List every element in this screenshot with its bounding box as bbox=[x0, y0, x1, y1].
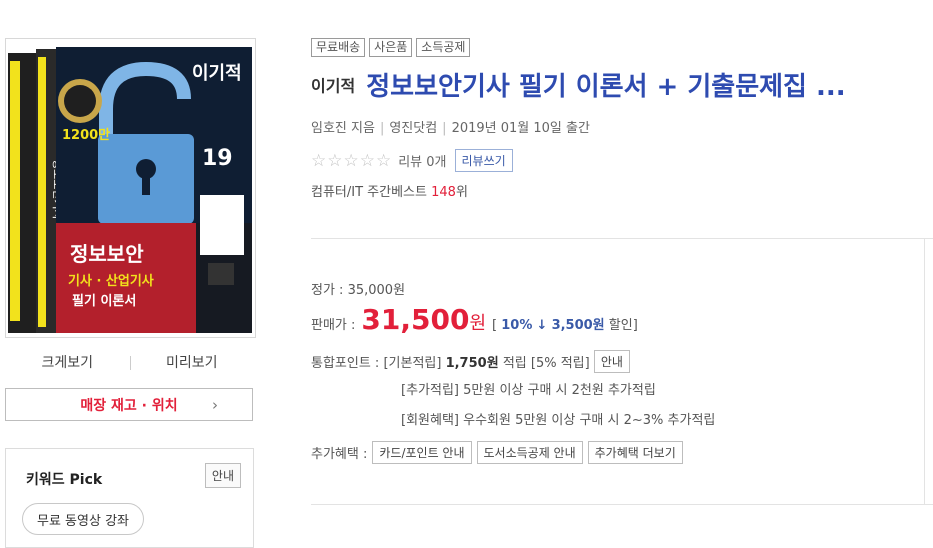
benefits-label: 추가혜택 : bbox=[311, 447, 368, 462]
product-tags: 무료배송 사은품 소득공제 bbox=[311, 38, 471, 57]
publish-date: 2019년 01월 10일 출간 bbox=[451, 121, 590, 136]
rank-number: 148 bbox=[431, 185, 456, 200]
basic-points-text: 적립 bbox=[502, 356, 527, 371]
down-arrow-icon: ↓ bbox=[536, 318, 548, 333]
meta-divider: | bbox=[379, 121, 385, 136]
discount-amount: 3,500원 bbox=[551, 318, 605, 333]
product-title-row: 이기적 정보보안기사 필기 이론서 + 기출문제집 ... bbox=[311, 66, 846, 103]
basic-points-label: [기본적립] bbox=[383, 356, 442, 371]
keyword-guide-button[interactable]: 안내 bbox=[204, 463, 241, 488]
product-meta: 임호진 지음 | 영진닷컴 | 2019년 01월 10일 출간 bbox=[311, 117, 590, 136]
discount-text: 할인] bbox=[608, 318, 638, 333]
sale-price-row: 판매가 : 31,500 원 [ 10% ↓ 3,500원 할인] bbox=[311, 303, 638, 336]
chevron-right-icon: › bbox=[212, 396, 218, 414]
store-stock-label: 매장 재고 · 위치 bbox=[80, 397, 178, 414]
preview-link[interactable]: 미리보기 bbox=[130, 352, 255, 374]
rank-prefix: 컴퓨터/IT 주간베스트 bbox=[311, 185, 427, 200]
review-count: 리뷰 0개 bbox=[398, 155, 447, 170]
discount-rate: 10% bbox=[501, 318, 533, 333]
benefits-row: 추가혜택 : 카드/포인트 안내 도서소득공제 안내 추가혜택 더보기 bbox=[311, 441, 683, 464]
points-row: 통합포인트 : [기본적립] 1,750원 적립 [5% 적립] 안내 bbox=[311, 350, 630, 373]
write-review-button[interactable]: 리뷰쓰기 bbox=[454, 149, 513, 172]
publisher-link[interactable]: 영진닷컴 bbox=[389, 121, 437, 136]
meta-divider: | bbox=[442, 121, 447, 136]
keyword-pick-title: 키워드 Pick bbox=[26, 472, 103, 488]
cover-subline2: 필기 이론서 bbox=[72, 293, 136, 309]
book-tax-deduction-guide-button[interactable]: 도서소득공제 안내 bbox=[476, 441, 583, 464]
list-price-label: 정가 : bbox=[311, 283, 348, 298]
book-cover-image[interactable]: 정보보안기사 1200만 이기적 19 정보보안 기사 · 산업기사 필기 이론… bbox=[5, 38, 256, 338]
tag-free-shipping: 무료배송 bbox=[311, 38, 366, 57]
discount-bracket: [ bbox=[492, 318, 498, 333]
link-divider bbox=[130, 356, 131, 370]
tag-tax-deduction: 소득공제 bbox=[416, 38, 471, 57]
extra-points-line: [추가적립] 5만원 이상 구매 시 2천원 추가적립 bbox=[401, 383, 656, 398]
sale-price-unit: 원 bbox=[469, 313, 487, 334]
basic-points-value: 1,750원 bbox=[445, 356, 499, 371]
enlarge-link[interactable]: 크게보기 bbox=[5, 352, 130, 374]
card-point-guide-button[interactable]: 카드/포인트 안내 bbox=[372, 441, 472, 464]
cover-sales-text: 1200만 bbox=[62, 127, 110, 143]
sale-price-value: 31,500 bbox=[361, 303, 470, 336]
cover-year-text: 19 bbox=[202, 146, 233, 171]
rating-row: ☆☆☆☆☆ 리뷰 0개 리뷰쓰기 bbox=[311, 149, 513, 172]
points-label: 통합포인트 : bbox=[311, 356, 380, 371]
bestseller-rank[interactable]: 컴퓨터/IT 주간베스트 148위 bbox=[311, 181, 468, 200]
sale-price-label: 판매가 : bbox=[311, 318, 356, 333]
tag-gift: 사은품 bbox=[369, 38, 413, 57]
list-price-value: 35,000원 bbox=[347, 283, 406, 298]
keyword-chip[interactable]: 무료 동영상 강좌 bbox=[22, 503, 144, 535]
basic-points-rate: [5% 적립] bbox=[530, 356, 590, 371]
list-price-row: 정가 : 35,000원 bbox=[311, 279, 405, 298]
discount-info: [ 10% ↓ 3,500원 할인] bbox=[492, 314, 638, 333]
section-divider bbox=[311, 504, 933, 505]
cover-brand-text: 이기적 bbox=[192, 63, 242, 84]
member-benefit-line: [회원혜택] 우수회원 5만원 이상 구매 시 2~3% 추가적립 bbox=[401, 413, 716, 428]
cover-headline: 정보보안 bbox=[70, 242, 144, 266]
points-guide-button[interactable]: 안내 bbox=[593, 350, 630, 373]
section-divider bbox=[311, 238, 933, 239]
store-stock-button[interactable]: 매장 재고 · 위치 › bbox=[5, 388, 253, 421]
cover-subline: 기사 · 산업기사 bbox=[68, 273, 154, 289]
section-divider-vertical bbox=[924, 238, 925, 504]
rating-stars-icon: ☆☆☆☆☆ bbox=[311, 150, 393, 171]
author-link[interactable]: 임호진 지음 bbox=[311, 121, 375, 136]
keyword-pick-box: 키워드 Pick 안내 무료 동영상 강좌 bbox=[5, 448, 254, 548]
rank-suffix: 위 bbox=[455, 185, 468, 200]
product-title: 정보보안기사 필기 이론서 + 기출문제집 ... bbox=[366, 72, 846, 102]
image-view-links: 크게보기 미리보기 bbox=[5, 352, 254, 374]
more-benefits-button[interactable]: 추가혜택 더보기 bbox=[587, 441, 683, 464]
series-brand: 이기적 bbox=[311, 76, 356, 96]
